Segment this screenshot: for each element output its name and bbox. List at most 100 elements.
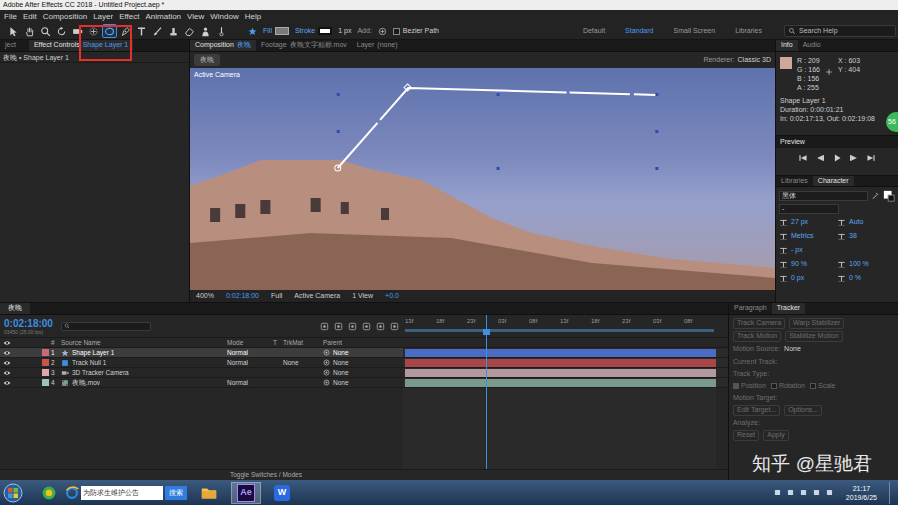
layer-bar[interactable] [405, 359, 716, 367]
character-field[interactable]: 38 [837, 231, 895, 242]
clone-tool[interactable] [166, 24, 181, 38]
layer-name[interactable]: Shape Layer 1 [72, 348, 114, 358]
preview-button[interactable] [815, 153, 825, 163]
tracker-button[interactable]: Track Camera [733, 318, 785, 329]
layer-search[interactable] [61, 322, 151, 331]
parent-cell[interactable]: None [323, 348, 383, 358]
label-color[interactable] [42, 359, 49, 366]
toggle-switches-modes[interactable]: Toggle Switches / Modes [230, 470, 302, 480]
workspace-item[interactable]: Standard [625, 26, 653, 37]
camera-tool[interactable] [70, 24, 85, 38]
menu-item[interactable]: View [184, 10, 207, 23]
preview-button[interactable] [849, 153, 859, 163]
column-header[interactable]: Parent [323, 338, 383, 348]
blend-mode[interactable]: Normal [227, 348, 273, 358]
rotate-tool[interactable] [54, 24, 69, 38]
search-button[interactable]: 搜索 [165, 486, 187, 500]
menu-item[interactable]: Edit [20, 10, 40, 23]
ellipse-tool[interactable] [102, 24, 117, 38]
current-time[interactable]: 0:02:18:00 [226, 291, 259, 302]
taskbar-app[interactable] [195, 482, 223, 504]
bezier-checkbox[interactable] [393, 28, 400, 35]
column-header[interactable]: T [273, 338, 283, 348]
column-header[interactable]: # [51, 338, 61, 348]
stroke-swatch[interactable] [318, 27, 332, 35]
motion-source-value[interactable]: None [784, 344, 801, 355]
composition-chip[interactable]: 夜晚 [194, 54, 220, 67]
parent-cell[interactable]: None [323, 378, 383, 388]
character-field[interactable]: Metrics [779, 231, 837, 242]
parent-cell[interactable]: None [323, 368, 383, 378]
character-field[interactable]: 90 % [779, 259, 837, 270]
layer-row[interactable]: 1Shape Layer 1NormalNone [0, 348, 728, 358]
eraser-tool[interactable] [182, 24, 197, 38]
panel-tab[interactable]: Tracker [772, 303, 805, 314]
menu-item[interactable]: Layer [90, 10, 116, 23]
viewer[interactable]: Active Camera [190, 68, 775, 290]
tracker-button[interactable]: Track Motion [733, 331, 781, 342]
layer-name[interactable]: 夜晚.mov [72, 378, 100, 388]
panel-tab[interactable]: Paragraph [729, 303, 772, 314]
menu-item[interactable]: File [1, 10, 20, 23]
panel-tab[interactable]: Layer(none) [352, 40, 403, 51]
search-help-field[interactable]: Search Help [784, 25, 896, 37]
layer-row[interactable]: 33D Tracker CameraNone [0, 368, 728, 378]
panel-tab[interactable]: Audio [798, 40, 826, 51]
layer-row[interactable]: 4夜晚.movNormalNone [0, 378, 728, 388]
column-header[interactable]: Mode [227, 338, 273, 348]
character-field[interactable]: 0 px [779, 273, 837, 284]
label-color[interactable] [42, 369, 49, 376]
tracker-button[interactable]: Reset [733, 430, 759, 441]
timeline-tab[interactable]: 夜晚 [0, 303, 30, 314]
puppet-tool[interactable] [214, 24, 229, 38]
panel-tab[interactable]: Libraries [776, 176, 813, 186]
pen-tool[interactable] [118, 24, 133, 38]
workspace-item[interactable]: Small Screen [674, 26, 716, 37]
panel-tab[interactable]: Footage夜晚文字贴标.mov [256, 40, 352, 51]
blend-mode[interactable]: Normal [227, 358, 273, 368]
text-tool[interactable] [134, 24, 149, 38]
checkbox[interactable] [733, 383, 739, 389]
tracker-button[interactable]: Stabilize Motion [785, 331, 842, 342]
pan-tool[interactable] [86, 24, 101, 38]
fill-swatch[interactable] [275, 27, 289, 35]
font-family-dropdown[interactable]: 黑体 [779, 191, 868, 201]
panel-tab[interactable]: Effect ControlsShape Layer 1 [29, 40, 133, 51]
column-header[interactable]: Source Name [61, 338, 227, 348]
taskbar-app[interactable]: Ae [231, 482, 261, 504]
show-desktop[interactable] [889, 482, 895, 504]
preview-button[interactable] [832, 153, 842, 163]
menu-item[interactable]: Help [242, 10, 264, 23]
zoom-level[interactable]: 400% [196, 291, 214, 302]
menu-item[interactable]: Effect [116, 10, 142, 23]
label-color[interactable] [42, 349, 49, 356]
stroke-width[interactable]: 1 px [338, 26, 351, 37]
exposure[interactable]: +0.0 [385, 291, 399, 302]
character-field[interactable]: Auto [837, 217, 895, 228]
clock[interactable]: 21:172019/6/25 [842, 484, 881, 502]
layer-bar[interactable] [405, 369, 716, 377]
layer-name[interactable]: 3D Tracker Camera [72, 368, 129, 378]
character-field[interactable]: 27 px [779, 217, 837, 228]
layer-name[interactable]: Track Null 1 [72, 358, 106, 368]
panel-tab[interactable]: ject [0, 40, 21, 51]
character-field[interactable]: 0 % [837, 273, 895, 284]
character-field[interactable]: 100 % [837, 259, 895, 270]
work-area-bar[interactable] [405, 329, 714, 332]
stroke-label[interactable]: Stroke [295, 26, 315, 37]
camera-view[interactable]: Active Camera [294, 291, 340, 302]
brush-tool[interactable] [150, 24, 165, 38]
menu-item[interactable]: Animation [142, 10, 184, 23]
tracker-button[interactable]: Warp Stabilizer [789, 318, 844, 329]
resolution[interactable]: Full [271, 291, 282, 302]
layer-bar[interactable] [405, 379, 716, 387]
search-field[interactable]: 为防求生维护公告 [81, 486, 163, 500]
renderer-value[interactable]: Classic 3D [738, 55, 771, 66]
track-matte[interactable]: None [283, 358, 323, 368]
blend-mode[interactable]: Normal [227, 378, 273, 388]
tracker-button[interactable]: Options... [784, 405, 822, 416]
layer-bar[interactable] [405, 349, 716, 357]
menu-item[interactable]: Window [207, 10, 241, 23]
view-layout[interactable]: 1 View [352, 291, 373, 302]
roto-tool[interactable] [198, 24, 213, 38]
